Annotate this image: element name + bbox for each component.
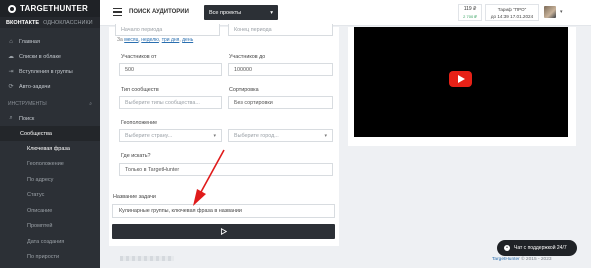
- task-name-label: Название задачи: [113, 194, 156, 200]
- section-label: ИНСТРУМЕНТЫ: [8, 101, 47, 107]
- balance-widget[interactable]: 119 ₽ 2 700 ₽: [458, 4, 482, 21]
- link-day[interactable]: день: [182, 37, 193, 43]
- sidebar-item-cloud-lists[interactable]: ☁ Списки в облаке: [0, 49, 100, 64]
- tools-section-header: ИНСТРУМЕНТЫ ⌕: [0, 97, 100, 111]
- menu-icon[interactable]: [113, 8, 122, 16]
- members-to-input[interactable]: 100000: [228, 63, 333, 76]
- tariff-name: Тариф "ПРО": [497, 7, 527, 12]
- sidebar-item-search[interactable]: ⌕ Поиск: [0, 111, 100, 126]
- sort-select[interactable]: Без сортировки: [228, 96, 333, 109]
- country-select[interactable]: Выберите страну... ▾: [119, 129, 222, 142]
- tab-odnoklassniki[interactable]: ОДНОКЛАССНИКИ: [43, 20, 93, 26]
- footer-copyright: TargetHunter © 2015 - 2023: [492, 257, 552, 262]
- sidebar-item-label: Сообщества: [20, 130, 52, 137]
- footer-brand-link[interactable]: TargetHunter: [492, 257, 520, 262]
- period-end-input[interactable]: Конец периода: [228, 24, 333, 36]
- run-search-button[interactable]: [112, 224, 335, 239]
- sort-label: Сортировка: [229, 87, 259, 93]
- page-title: ПОИСК АУДИТОРИИ: [129, 9, 189, 15]
- sidebar: TARGETHUNTER ВКОНТАКТЕ ОДНОКЛАССНИКИ ⌂ Г…: [0, 0, 100, 268]
- sidebar-item-home[interactable]: ⌂ Главная: [0, 34, 100, 49]
- tariff-widget[interactable]: Тариф "ПРО" до 14:39 17.01.2024: [485, 4, 539, 21]
- chevron-down-icon[interactable]: ▾: [560, 9, 563, 15]
- link-three-days[interactable]: три дня: [162, 37, 180, 43]
- city-select-placeholder: Выберите город...: [234, 132, 279, 139]
- link-month[interactable]: месяц: [124, 37, 138, 43]
- chevron-down-icon: ▾: [324, 132, 327, 139]
- where-label: Где искать?: [121, 153, 151, 159]
- logo[interactable]: TARGETHUNTER: [0, 0, 100, 17]
- footer-years: © 2015 - 2023: [519, 257, 552, 262]
- sidebar-subitem-description[interactable]: Описание: [0, 203, 100, 219]
- chevron-down-icon: ▾: [270, 9, 273, 16]
- period-links-prefix: За: [117, 37, 123, 43]
- sidebar-subitem-status[interactable]: Статус: [0, 188, 100, 204]
- logo-icon: [8, 4, 16, 13]
- logo-text: TARGETHUNTER: [20, 4, 89, 13]
- sidebar-nav: ⌂ Главная ☁ Списки в облаке ⇥ Вступления…: [0, 28, 100, 265]
- project-select[interactable]: Все проекты ▾: [204, 5, 278, 20]
- balance-bonus: 2 700 ₽: [463, 14, 477, 19]
- top-bar: ПОИСК АУДИТОРИИ Все проекты ▾ 119 ₽ 2 70…: [100, 0, 591, 26]
- where-select[interactable]: Только в TargetHunter: [119, 163, 333, 176]
- video-panel: [348, 27, 576, 146]
- geo-label: Геоположение: [121, 120, 158, 126]
- play-icon: [220, 228, 227, 235]
- support-chat-label: Чат с поддержкой 24/7: [514, 245, 567, 251]
- sidebar-subitem-geo[interactable]: Геоположение: [0, 157, 100, 173]
- period-start-input[interactable]: Начало периода: [115, 24, 220, 36]
- chevron-down-icon: ▾: [213, 132, 216, 139]
- sidebar-item-label: Главная: [19, 38, 40, 45]
- sidebar-subitem-promo[interactable]: Промптей: [0, 219, 100, 235]
- search-icon: ⌕: [9, 115, 13, 121]
- video-player[interactable]: [354, 27, 568, 137]
- search-icon[interactable]: ⌕: [89, 101, 92, 107]
- community-type-select[interactable]: Выберите типы сообщества...: [119, 96, 222, 109]
- avatar[interactable]: [544, 6, 556, 18]
- city-select[interactable]: Выберите город... ▾: [228, 129, 333, 142]
- sidebar-item-label: Авто-задачи: [19, 83, 51, 90]
- auto-icon: ⟳: [8, 84, 14, 90]
- chat-icon: •: [504, 245, 510, 251]
- members-from-input[interactable]: 500: [119, 63, 222, 76]
- sidebar-item-group-joins[interactable]: ⇥ Вступления в группы: [0, 64, 100, 79]
- home-icon: ⌂: [9, 38, 13, 45]
- support-chat-button[interactable]: • Чат с поддержкой 24/7: [497, 240, 577, 256]
- period-quick-links: За месяц, неделю, три дня, день: [117, 37, 194, 43]
- tab-vkontakte[interactable]: ВКОНТАКТЕ: [6, 20, 39, 26]
- members-to-label: Участников до: [229, 54, 266, 60]
- sidebar-subitem-growth[interactable]: По прирости: [0, 250, 100, 266]
- network-tabs: ВКОНТАКТЕ ОДНОКЛАССНИКИ: [0, 17, 100, 28]
- country-select-placeholder: Выберите страну...: [125, 132, 173, 139]
- join-icon: ⇥: [8, 69, 14, 75]
- youtube-play-icon[interactable]: [449, 71, 472, 87]
- task-name-input[interactable]: Кулинарные группы, ключевая фраза в назв…: [112, 204, 335, 218]
- sidebar-item-label: Вступления в группы: [19, 68, 73, 75]
- sidebar-item-label: Списки в облаке: [19, 53, 61, 60]
- cloud-icon: ☁: [8, 54, 14, 60]
- project-select-value: Все проекты: [209, 9, 242, 16]
- sidebar-item-communities[interactable]: Сообщества: [0, 126, 100, 141]
- blurred-text: [120, 256, 174, 261]
- community-type-label: Тип сообществ: [121, 87, 159, 93]
- sidebar-subitem-creation-date[interactable]: Дата создания: [0, 234, 100, 250]
- link-week[interactable]: неделю: [141, 37, 159, 43]
- sidebar-item-label: Поиск: [19, 115, 35, 122]
- balance-value: 119 ₽: [463, 6, 477, 12]
- sidebar-subitem-address[interactable]: По адресу: [0, 172, 100, 188]
- sidebar-subitem-key-phrase[interactable]: Ключевая фраза: [0, 141, 100, 157]
- sidebar-item-auto-tasks[interactable]: ⟳ Авто-задачи: [0, 79, 100, 94]
- members-from-label: Участников от: [121, 54, 157, 60]
- tariff-expiry: до 14:39 17.01.2024: [490, 14, 534, 19]
